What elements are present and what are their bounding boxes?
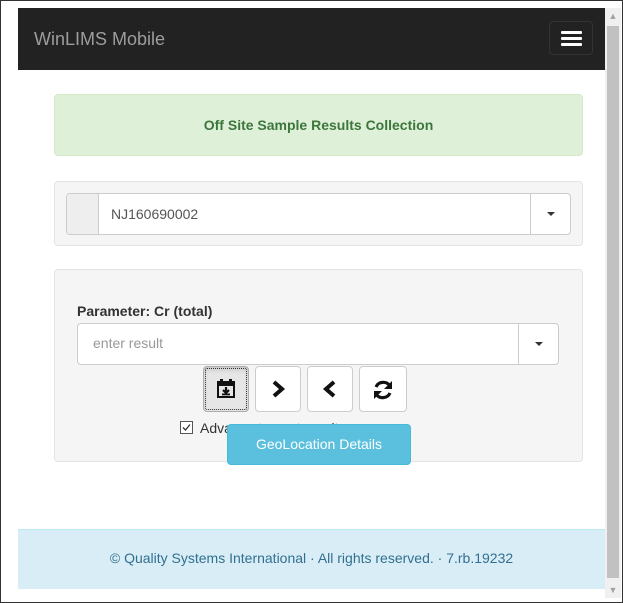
chevron-left-icon: [322, 380, 336, 398]
caret-down-icon: [535, 342, 543, 346]
result-combo: [77, 323, 559, 365]
vertical-scrollbar[interactable]: ▲ ▼: [605, 8, 621, 598]
page-heading-alert: Off Site Sample Results Collection: [54, 94, 583, 156]
navbar: WinLIMS Mobile: [18, 8, 605, 70]
scroll-up-arrow-icon[interactable]: ▲: [605, 8, 621, 24]
sample-select-addon: [67, 194, 99, 234]
previous-button[interactable]: [307, 366, 353, 412]
refresh-button[interactable]: [359, 366, 407, 412]
footer-rights: · All rights reserved. · 7.rb.19232: [310, 550, 514, 566]
save-button[interactable]: [203, 366, 249, 412]
chevron-right-icon: [272, 380, 286, 398]
company-link[interactable]: Quality Systems International: [124, 550, 306, 566]
scroll-down-arrow-icon[interactable]: ▼: [605, 582, 621, 598]
footer: © Quality Systems International · All ri…: [18, 529, 605, 589]
brand-title[interactable]: WinLIMS Mobile: [34, 28, 165, 50]
result-dropdown-button[interactable]: [518, 324, 558, 364]
geolocation-details-button[interactable]: GeoLocation Details: [227, 424, 411, 465]
scrollbar-thumb[interactable]: [607, 26, 619, 578]
copyright-symbol: ©: [109, 550, 121, 566]
caret-down-icon: [547, 212, 555, 216]
sample-select-value: NJ160690002: [111, 206, 199, 222]
save-icon: [217, 379, 235, 398]
app-window: WinLIMS Mobile Off Site Sample Results C…: [18, 8, 605, 598]
sample-select[interactable]: NJ160690002: [66, 193, 571, 235]
hamburger-menu-icon: [561, 31, 582, 34]
next-button[interactable]: [255, 366, 301, 412]
browser-frame: WinLIMS Mobile Off Site Sample Results C…: [0, 0, 623, 603]
sample-dropdown-button[interactable]: [530, 194, 570, 234]
parameter-label: Parameter: Cr (total): [77, 303, 213, 319]
result-input[interactable]: [79, 325, 523, 361]
refresh-icon: [374, 380, 392, 400]
checkmark-icon: [182, 424, 191, 431]
advance-checkbox[interactable]: [180, 421, 193, 434]
sample-well: NJ160690002: [54, 181, 583, 246]
hamburger-menu-button[interactable]: [549, 21, 593, 55]
